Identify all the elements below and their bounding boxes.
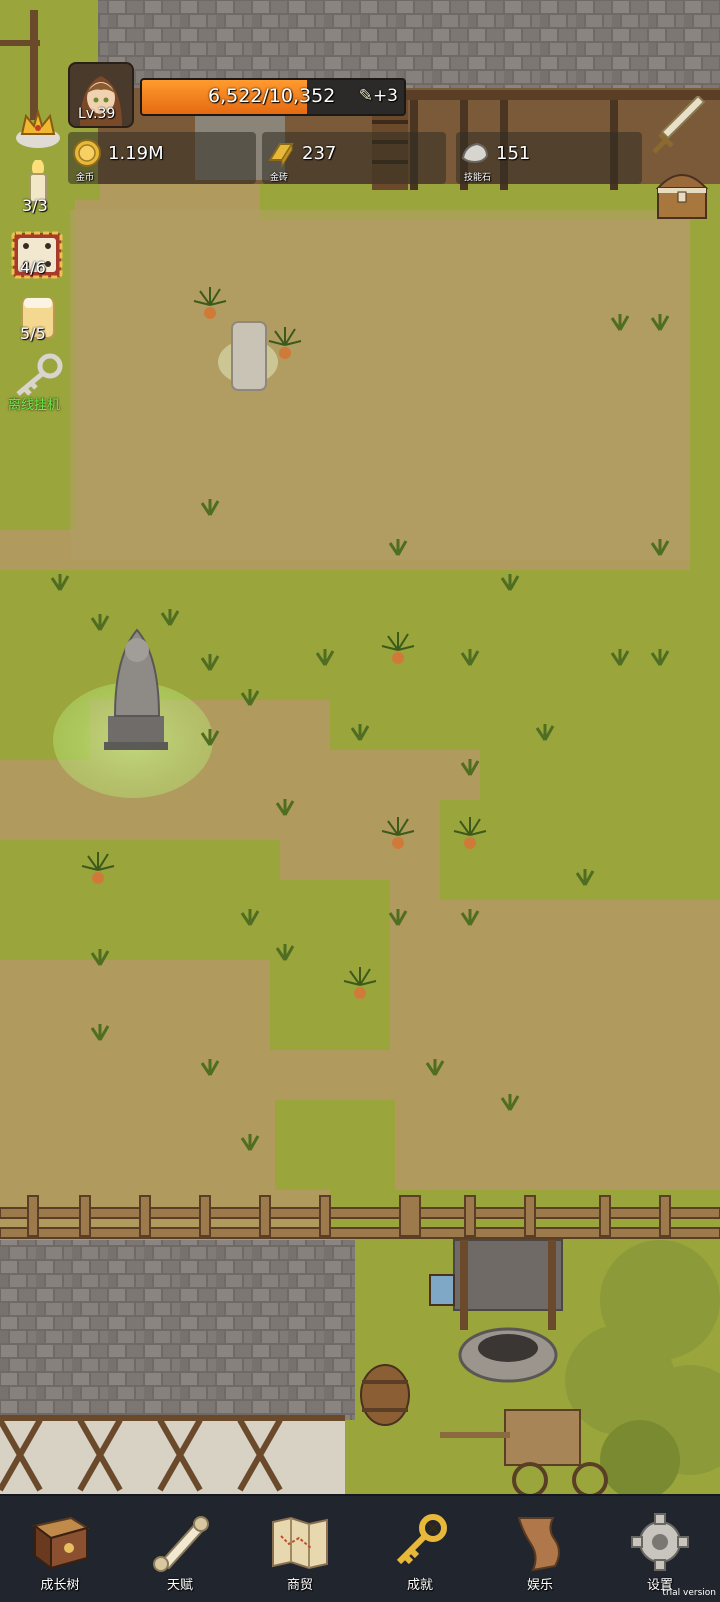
book-icon xyxy=(32,1516,90,1570)
xp-bar: 6,522/10,352 ✎+3 xyxy=(140,78,406,116)
sword-icon xyxy=(652,94,706,154)
resource-skill-stone-value: 151 xyxy=(496,143,531,164)
nav-entertainment[interactable]: 娱乐 xyxy=(485,1496,595,1602)
xp-text: 6,522/10,352 xyxy=(208,85,336,107)
bottom-nav: 成长树 天赋 商贸 成就 娱乐 设置 trial version xyxy=(0,1494,720,1602)
bottom-building xyxy=(0,1240,355,1495)
resource-coin-label: 金币 xyxy=(76,173,95,183)
xp-bonus-value: +3 xyxy=(372,86,398,106)
map-icon xyxy=(272,1516,328,1570)
treasure-chest-icon xyxy=(655,174,709,219)
dice-count: 4/6 xyxy=(20,258,46,277)
resource-skill-stone-label: 技能石 xyxy=(464,173,492,183)
nav-achievement-label: 成就 xyxy=(406,1578,433,1593)
game-map[interactable] xyxy=(0,0,720,1600)
crown-icon xyxy=(16,108,60,148)
xp-bonus: ✎+3 xyxy=(359,86,398,106)
beer-item[interactable]: 5/5 xyxy=(16,294,60,344)
idle-mode-button[interactable]: 离线挂机 xyxy=(8,352,70,413)
idle-mode-label: 离线挂机 xyxy=(8,398,61,413)
resource-skill-stone[interactable]: 151 技能石 xyxy=(456,132,642,184)
player-level: Lv.39 xyxy=(78,106,116,122)
skill-stone-icon xyxy=(461,142,489,164)
feather-icon: ✎ xyxy=(358,86,373,106)
resource-gold-brick-value: 237 xyxy=(302,143,337,164)
resource-coin[interactable]: 1.19M 金币 xyxy=(68,132,256,184)
nav-entertainment-label: 娱乐 xyxy=(526,1578,553,1593)
nav-growth-tree-label: 成长树 xyxy=(40,1578,80,1593)
barrel xyxy=(360,1364,410,1426)
nav-talent-label: 天赋 xyxy=(166,1578,193,1593)
nav-achievement[interactable]: 成就 xyxy=(365,1496,475,1602)
key-icon xyxy=(396,1514,447,1565)
scroll-icon xyxy=(153,1516,209,1572)
resource-coin-value: 1.19M xyxy=(108,143,164,164)
candle-count: 3/3 xyxy=(22,196,48,215)
key-icon xyxy=(16,353,63,396)
dice-item[interactable]: 4/6 xyxy=(10,230,64,284)
resource-gold-brick[interactable]: 237 金砖 xyxy=(262,132,446,184)
sword-button[interactable] xyxy=(650,94,710,156)
nav-trade[interactable]: 商贸 xyxy=(245,1496,355,1602)
gold-coin-icon xyxy=(73,139,101,167)
crown-button[interactable] xyxy=(14,104,62,150)
trial-watermark: trial version xyxy=(662,1588,716,1598)
treasure-chest-button[interactable] xyxy=(652,166,712,222)
candle-item[interactable]: 3/3 xyxy=(18,159,58,216)
nav-growth-tree[interactable]: 成长树 xyxy=(5,1496,115,1602)
beer-count: 5/5 xyxy=(20,324,46,343)
gold-brick-icon xyxy=(268,142,294,168)
banner-icon xyxy=(517,1517,560,1572)
nav-settings[interactable]: 设置 xyxy=(605,1496,715,1602)
gear-icon xyxy=(631,1513,689,1571)
nav-talent[interactable]: 天赋 xyxy=(125,1496,235,1602)
resource-gold-brick-label: 金砖 xyxy=(270,173,289,183)
nav-trade-label: 商贸 xyxy=(286,1578,313,1593)
